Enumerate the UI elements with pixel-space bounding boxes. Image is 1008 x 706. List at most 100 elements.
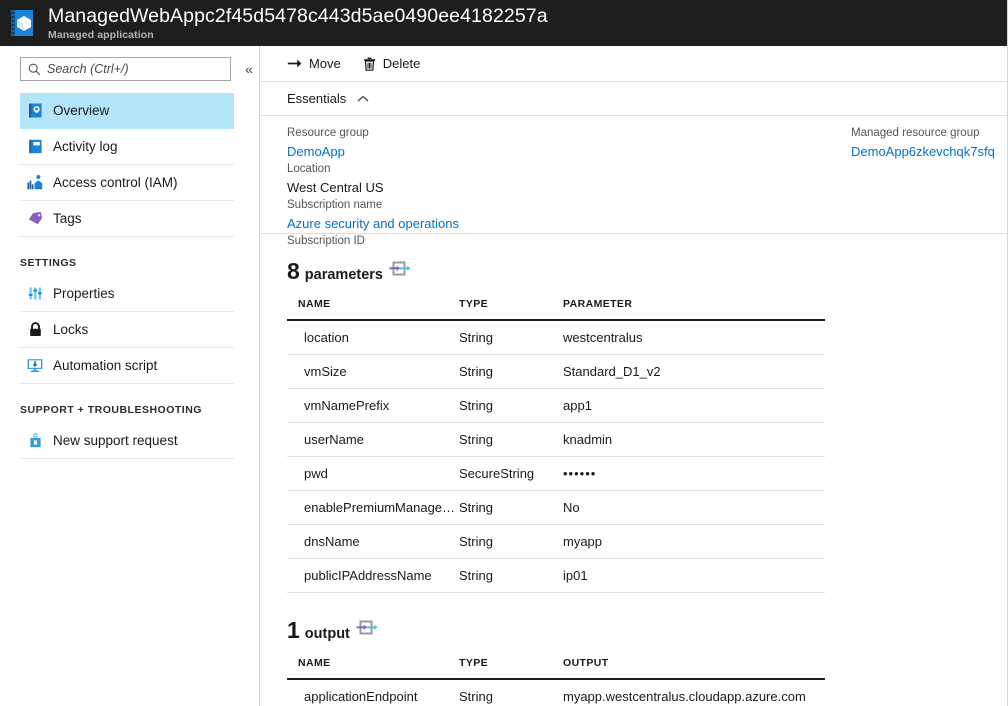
output-name: applicationEndpoint (287, 679, 459, 706)
param-value: app1 (563, 389, 825, 423)
parameters-io-icon (389, 261, 411, 277)
sidebar-nav-list: Overview Activity log (0, 93, 259, 459)
param-type: String (459, 559, 563, 593)
param-type: String (459, 423, 563, 457)
managed-resource-group-link[interactable]: DemoApp6zkevchqk7sfq (851, 142, 1008, 161)
output-section: 1 output NAME TYPE (261, 617, 1007, 706)
param-name: publicIPAddressName (287, 559, 459, 593)
table-header-row: NAME TYPE PARAMETER (287, 287, 825, 320)
command-bar: Move Delete (261, 46, 1007, 82)
output-table: NAME TYPE OUTPUT applicationEndpoint Str… (287, 646, 825, 706)
column-header-type: TYPE (459, 646, 563, 679)
sidebar-search-row: « (0, 46, 259, 81)
param-name: enablePremiumManagem… (287, 491, 459, 525)
sidebar-item-label: Tags (53, 212, 82, 226)
table-row: publicIPAddressName String ip01 (287, 559, 825, 593)
column-header-name: NAME (287, 646, 459, 679)
activity-log-icon (26, 138, 44, 156)
essentials-field-managed-resource-group: Managed resource group DemoApp6zkevchqk7… (851, 125, 1008, 161)
sidebar-item-label: New support request (53, 434, 178, 448)
param-value: knadmin (563, 423, 825, 457)
sidebar-group-settings: SETTINGS (0, 257, 259, 269)
param-type: String (459, 491, 563, 525)
sidebar-item-label: Activity log (53, 140, 118, 154)
sidebar: « Overview (0, 46, 260, 706)
parameters-count: 8 (287, 258, 300, 284)
table-row: vmSize String Standard_D1_v2 (287, 355, 825, 389)
column-header-output: OUTPUT (563, 646, 825, 679)
field-label: Managed resource group (851, 125, 1008, 142)
essentials-field-subscription-id: Subscription ID (287, 233, 1007, 250)
param-name: vmSize (287, 355, 459, 389)
param-name: location (287, 320, 459, 355)
param-name: dnsName (287, 525, 459, 559)
field-label: Subscription name (287, 197, 1007, 214)
chevron-double-left-icon[interactable]: « (239, 59, 259, 79)
delete-button[interactable]: Delete (363, 51, 421, 77)
overview-icon (26, 102, 44, 120)
essentials-panel-right: Managed resource group DemoApp6zkevchqk7… (851, 125, 1008, 161)
managed-application-icon (6, 7, 38, 39)
param-value: ip01 (563, 559, 825, 593)
parameters-io-icon (356, 620, 378, 636)
output-word: output (305, 624, 350, 644)
parameters-table-body: location String westcentralus vmSize Str… (287, 320, 825, 593)
sidebar-item-access-control[interactable]: Access control (IAM) (20, 165, 234, 201)
page-subtitle: Managed application (48, 28, 548, 42)
sidebar-item-properties[interactable]: Properties (20, 276, 234, 312)
table-row: applicationEndpoint String myapp.westcen… (287, 679, 825, 706)
sidebar-item-tags[interactable]: Tags (20, 201, 234, 237)
table-row: pwd SecureString •••••• (287, 457, 825, 491)
param-type: String (459, 320, 563, 355)
parameters-section: 8 parameters NAME TYPE (261, 258, 1007, 593)
lock-icon (26, 321, 44, 339)
param-type: SecureString (459, 457, 563, 491)
sidebar-group-support: SUPPORT + TROUBLESHOOTING (0, 404, 259, 416)
sidebar-item-label: Overview (53, 104, 109, 118)
sidebar-item-new-support-request[interactable]: New support request (20, 423, 234, 459)
move-button[interactable]: Move (287, 51, 341, 77)
sidebar-item-overview[interactable]: Overview (20, 93, 234, 129)
param-value: myapp (563, 525, 825, 559)
param-value: No (563, 491, 825, 525)
table-row: enablePremiumManagem… String No (287, 491, 825, 525)
tags-icon (26, 210, 44, 228)
titlebar-text: ManagedWebAppc2f45d5478c443d5ae0490ee418… (48, 5, 548, 42)
essentials-toggle[interactable]: Essentials (261, 82, 1007, 116)
sidebar-item-activity-log[interactable]: Activity log (20, 129, 234, 165)
param-value: westcentralus (563, 320, 825, 355)
sidebar-item-locks[interactable]: Locks (20, 312, 234, 348)
output-type: String (459, 679, 563, 706)
trash-icon (363, 57, 376, 71)
field-label: Location (287, 161, 1007, 178)
table-row: dnsName String myapp (287, 525, 825, 559)
location-value: West Central US (287, 178, 1007, 197)
column-header-parameter: PARAMETER (563, 287, 825, 320)
search-icon (28, 63, 41, 76)
param-value-masked: •••••• (563, 457, 825, 491)
param-type: String (459, 389, 563, 423)
support-request-icon (26, 432, 44, 450)
table-row: userName String knadmin (287, 423, 825, 457)
move-label: Move (309, 56, 341, 71)
search-input[interactable] (47, 62, 217, 76)
delete-label: Delete (383, 56, 421, 71)
search-box[interactable] (20, 57, 231, 81)
parameters-word: parameters (305, 265, 383, 285)
output-table-body: applicationEndpoint String myapp.westcen… (287, 679, 825, 706)
subscription-name-link[interactable]: Azure security and operations (287, 214, 1007, 233)
output-value: myapp.westcentralus.cloudapp.azure.com (563, 679, 825, 706)
page-title: ManagedWebAppc2f45d5478c443d5ae0490ee418… (48, 5, 548, 27)
chevron-up-icon (357, 95, 369, 103)
titlebar: ManagedWebAppc2f45d5478c443d5ae0490ee418… (0, 0, 1008, 46)
param-value: Standard_D1_v2 (563, 355, 825, 389)
param-name: vmNamePrefix (287, 389, 459, 423)
output-heading: 1 output (287, 617, 1007, 644)
sidebar-item-label: Properties (53, 287, 115, 301)
param-type: String (459, 525, 563, 559)
sidebar-item-label: Access control (IAM) (53, 176, 178, 190)
sidebar-item-automation-script[interactable]: Automation script (20, 348, 234, 384)
sidebar-item-label: Automation script (53, 359, 157, 373)
parameters-heading: 8 parameters (287, 258, 1007, 285)
column-header-name: NAME (287, 287, 459, 320)
